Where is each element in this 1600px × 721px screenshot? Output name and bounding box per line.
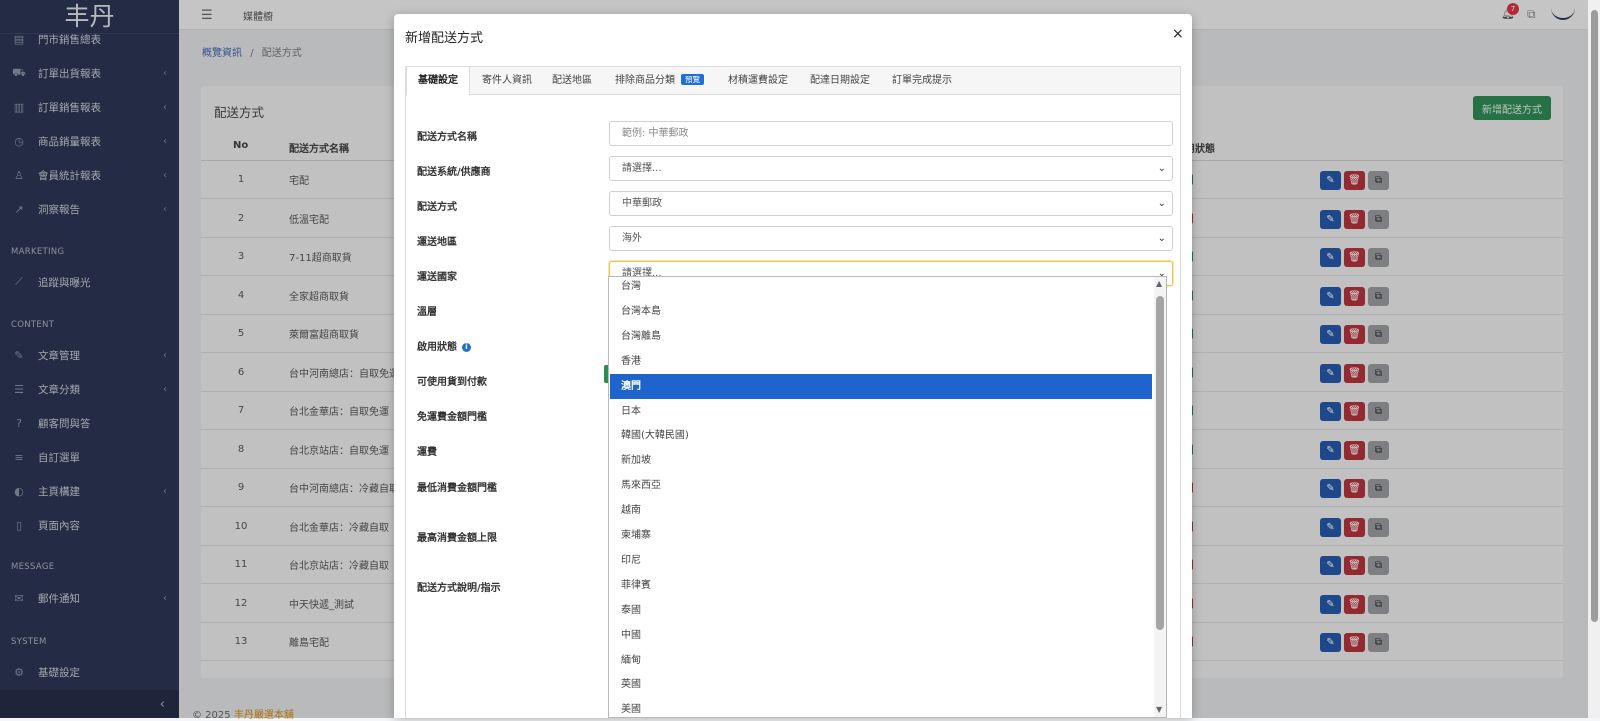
region-field-label: 運送地區 [417, 237, 457, 248]
modal-tabs: 基礎設定 寄件人資訊 配送地區 排除商品分類 預覽 材積運費設定 配達日期設定 訂… [406, 67, 1180, 96]
system-field-label: 配送系統/供應商 [417, 167, 491, 178]
country-option[interactable]: 美國 [610, 697, 1152, 717]
fee-field-label: 運費 [417, 447, 437, 458]
tab-order-complete[interactable]: 訂單完成提示 [892, 67, 952, 95]
country-option[interactable]: 印尼 [610, 548, 1152, 573]
country-option[interactable]: 新加坡 [610, 448, 1152, 473]
country-option[interactable]: 英國 [610, 672, 1152, 697]
dropdown-scrollbar[interactable]: ▲ ▼ [1154, 277, 1166, 717]
max-amount-field-label: 最高消費金額上限 [417, 533, 497, 544]
chevron-down-icon: ⌄ [1157, 233, 1166, 244]
temperature-field-label: 溫層 [417, 307, 437, 318]
tab-exclude-categories[interactable]: 排除商品分類 預覽 [615, 67, 704, 95]
name-input[interactable]: 範例: 中華郵政 [609, 121, 1173, 146]
description-field-label: 配送方式說明/指示 [417, 583, 501, 594]
country-option[interactable]: 菲律賓 [610, 573, 1152, 598]
country-option[interactable]: 越南 [610, 498, 1152, 523]
country-option[interactable]: 中國 [610, 623, 1152, 648]
name-field-label: 配送方式名稱 [417, 132, 477, 143]
system-select[interactable]: 請選擇... ⌄ [609, 156, 1173, 181]
dropdown-scroll-thumb[interactable] [1156, 296, 1164, 630]
enable-label-text: 啟用狀態 [417, 342, 457, 353]
close-icon[interactable]: × [1172, 26, 1184, 42]
tab-sender-info[interactable]: 寄件人資訊 [482, 67, 532, 95]
country-option[interactable]: 馬來西亞 [610, 473, 1152, 498]
country-field-label: 運送國家 [417, 272, 457, 283]
country-option[interactable]: 香港 [610, 349, 1152, 374]
scroll-down-icon[interactable]: ▼ [1156, 705, 1162, 714]
free-shipping-field-label: 免運費金額門檻 [417, 412, 487, 423]
page-scrollbar[interactable] [1588, 0, 1600, 718]
cod-field-label: 可使用貨到付款 [417, 377, 487, 388]
scroll-up-icon[interactable]: ▲ [1156, 279, 1162, 288]
chevron-down-icon: ⌄ [1157, 163, 1166, 174]
country-option[interactable]: 澳門 [610, 373, 1152, 399]
country-option[interactable]: 日本 [610, 399, 1152, 424]
country-dropdown-list: 台灣 台灣本島 台灣離島 香港 澳門 日本 韓國(大韓民國) 新加坡 馬來西亞 越南 柬埔寨 印尼 菲律… [608, 276, 1167, 718]
preview-badge: 預覽 [681, 74, 704, 85]
page-scroll-thumb[interactable] [1591, 10, 1598, 622]
country-option[interactable]: 泰國 [610, 598, 1152, 623]
country-option[interactable]: 台灣 [610, 277, 1152, 299]
country-option[interactable]: 韓國(大韓民國) [610, 423, 1152, 448]
method-select-value: 中華郵政 [622, 198, 662, 209]
system-select-value: 請選擇... [622, 163, 662, 174]
tab-volume-fee[interactable]: 材積運費設定 [728, 67, 788, 95]
region-select[interactable]: 海外 ⌄ [609, 226, 1173, 251]
chevron-down-icon: ⌄ [1157, 198, 1166, 209]
modal-title: 新增配送方式 [405, 31, 484, 46]
tab-delivery-region[interactable]: 配送地區 [552, 67, 592, 95]
min-amount-field-label: 最低消費金額門檻 [417, 483, 497, 494]
tab-label: 排除商品分類 [615, 75, 675, 86]
country-option[interactable]: 台灣離島 [610, 324, 1152, 349]
method-field-label: 配送方式 [417, 202, 457, 213]
region-select-value: 海外 [622, 233, 642, 244]
country-option[interactable]: 柬埔寨 [610, 523, 1152, 548]
country-option[interactable]: 台灣本島 [610, 299, 1152, 324]
method-select[interactable]: 中華郵政 ⌄ [609, 191, 1173, 216]
tab-basic-settings[interactable]: 基礎設定 [406, 67, 470, 96]
info-icon[interactable]: i [462, 343, 471, 352]
country-option[interactable]: 緬甸 [610, 648, 1152, 673]
enable-field-label: 啟用狀態 i [417, 338, 471, 353]
tab-delivery-date[interactable]: 配達日期設定 [810, 67, 870, 95]
